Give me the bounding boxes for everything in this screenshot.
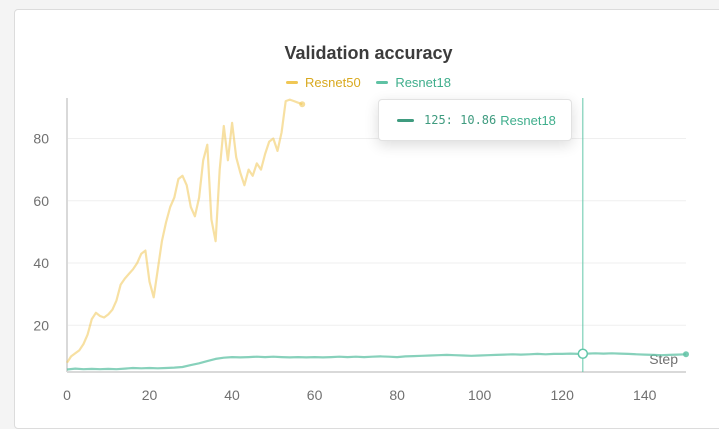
- legend-item-resnet18[interactable]: Resnet18: [376, 75, 451, 90]
- series-end-marker-resnet50: [299, 101, 306, 108]
- legend-label-resnet50: Resnet50: [305, 75, 361, 90]
- tooltip-value: 125: 10.86: [424, 113, 497, 127]
- y-tick-label: 20: [33, 317, 49, 333]
- x-tick-label: 80: [389, 387, 405, 403]
- series-line-resnet50[interactable]: [66, 98, 303, 364]
- y-tick-label: 40: [33, 255, 49, 271]
- series-line-resnet18[interactable]: [66, 352, 687, 371]
- legend-label-resnet18: Resnet18: [395, 75, 451, 90]
- hover-tooltip: 125: 10.86 Resnet18: [378, 99, 572, 141]
- chart-title: Validation accuracy: [284, 43, 453, 63]
- x-tick-label: 20: [142, 387, 158, 403]
- tooltip-series-name: Resnet18: [500, 112, 556, 128]
- x-tick-label: 140: [633, 387, 657, 403]
- chart-legend: Resnet50 Resnet18: [0, 72, 719, 90]
- legend-item-resnet50[interactable]: Resnet50: [286, 75, 361, 90]
- legend-swatch-resnet18: [376, 81, 389, 84]
- x-tick-label: 40: [224, 387, 240, 403]
- series-end-marker-resnet18: [683, 351, 689, 358]
- x-tick-label: 100: [468, 387, 492, 403]
- hover-point-marker: [577, 348, 589, 360]
- y-tick-label: 80: [33, 130, 49, 146]
- x-axis-label: Step: [649, 351, 678, 367]
- y-tick-label: 60: [33, 193, 49, 209]
- legend-swatch-resnet50: [286, 81, 299, 84]
- x-tick-label: 120: [551, 387, 575, 403]
- x-tick-label: 60: [307, 387, 323, 403]
- x-tick-label: 0: [63, 387, 71, 403]
- tooltip-swatch: [397, 118, 414, 122]
